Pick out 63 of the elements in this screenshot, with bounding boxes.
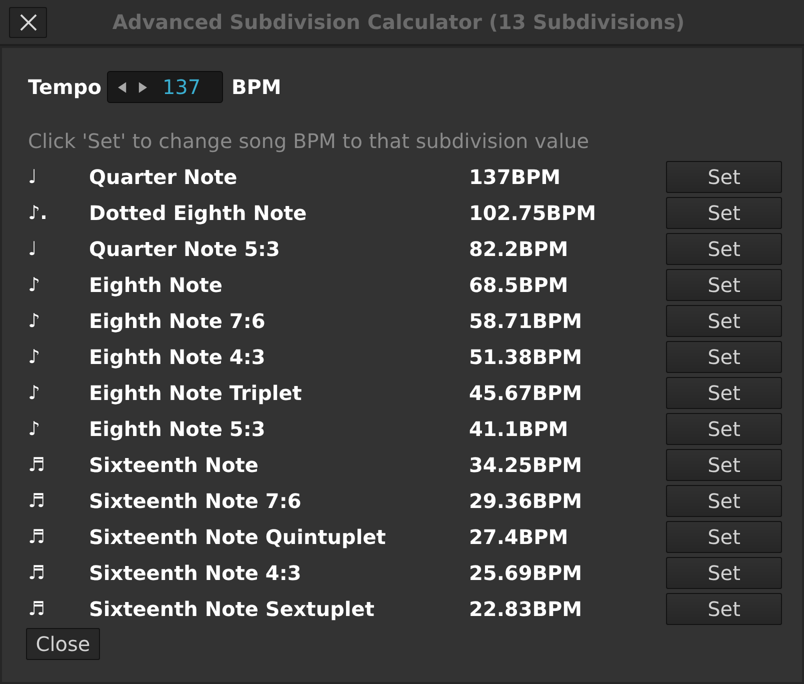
- subdivision-bpm: 22.83BPM: [469, 597, 584, 621]
- subdivision-name: Eighth Note 7:6: [89, 309, 266, 333]
- subdivision-bpm: 34.25BPM: [469, 453, 584, 477]
- note-symbol: ♬: [28, 562, 46, 584]
- subdivision-name: Quarter Note 5:3: [89, 237, 281, 261]
- subdivision-bpm: 58.71BPM: [469, 309, 584, 333]
- subdivision-bpm: 27.4BPM: [469, 525, 570, 549]
- subdivision-name: Quarter Note: [89, 165, 238, 189]
- tempo-value: 137: [162, 75, 201, 99]
- note-symbol: ♪: [28, 346, 40, 368]
- set-button[interactable]: Set: [666, 557, 782, 589]
- subdivision-name: Sixteenth Note Quintuplet: [89, 525, 387, 549]
- subdivision-name: Sixteenth Note: [89, 453, 260, 477]
- subdivision-bpm: 102.75BPM: [469, 201, 597, 225]
- subdivision-name: Eighth Note 4:3: [89, 345, 266, 369]
- subdivision-bpm: 137BPM: [469, 165, 562, 189]
- window-title: Advanced Subdivision Calculator (13 Subdivisions): [111, 10, 686, 34]
- subdivision-name: Eighth Note 5:3: [89, 417, 266, 441]
- note-symbol: ♩: [28, 238, 37, 260]
- note-symbol: ♬: [28, 490, 46, 512]
- set-button[interactable]: Set: [666, 413, 782, 445]
- note-symbol: ♪: [28, 418, 40, 440]
- note-symbol: ♪.: [28, 202, 48, 224]
- subdivision-bpm: 82.2BPM: [469, 237, 570, 261]
- note-symbol: ♩: [28, 166, 37, 188]
- subdivision-name: Sixteenth Note 7:6: [89, 489, 302, 513]
- subdivision-name: Dotted Eighth Note: [89, 201, 308, 225]
- set-button[interactable]: Set: [666, 305, 782, 337]
- note-symbol: ♪: [28, 310, 40, 332]
- set-button[interactable]: Set: [666, 377, 782, 409]
- subdivision-bpm: 51.38BPM: [469, 345, 584, 369]
- close-icon: [20, 14, 36, 30]
- note-symbol: ♬: [28, 598, 46, 620]
- hint-text: Click 'Set' to change song BPM to that subdivision value: [27, 130, 590, 152]
- tempo-spin-field[interactable]: 137: [107, 71, 224, 103]
- set-button[interactable]: Set: [666, 449, 782, 481]
- note-symbol: ♬: [28, 454, 46, 476]
- note-symbol: ♬: [28, 526, 46, 548]
- subdivision-bpm: 41.1BPM: [469, 417, 570, 441]
- tempo-label: Tempo: [28, 75, 102, 99]
- subdivision-name: Eighth Note Triplet: [89, 381, 303, 405]
- subdivision-bpm: 29.36BPM: [469, 489, 584, 513]
- set-button[interactable]: Set: [666, 593, 782, 625]
- note-symbol: ♪: [28, 382, 40, 404]
- subdivision-name: Eighth Note: [89, 273, 224, 297]
- subdivision-name: Sixteenth Note 4:3: [89, 561, 302, 585]
- set-button[interactable]: Set: [666, 233, 782, 265]
- tempo-unit: BPM: [231, 75, 282, 99]
- close-dialog-button[interactable]: Close: [26, 628, 100, 660]
- set-button[interactable]: Set: [666, 197, 782, 229]
- subdivision-bpm: 45.67BPM: [469, 381, 584, 405]
- subdivision-bpm: 68.5BPM: [469, 273, 570, 297]
- set-button[interactable]: Set: [666, 521, 782, 553]
- note-symbol: ♪: [28, 274, 40, 296]
- subdivision-bpm: 25.69BPM: [469, 561, 584, 585]
- close-button[interactable]: [9, 6, 47, 38]
- left-arrow-icon[interactable]: [118, 82, 128, 92]
- right-arrow-icon[interactable]: [138, 82, 148, 92]
- set-button[interactable]: Set: [666, 341, 782, 373]
- subdivision-name: Sixteenth Note Sextuplet: [89, 597, 376, 621]
- set-button[interactable]: Set: [666, 485, 782, 517]
- set-button[interactable]: Set: [666, 161, 782, 193]
- set-button[interactable]: Set: [666, 269, 782, 301]
